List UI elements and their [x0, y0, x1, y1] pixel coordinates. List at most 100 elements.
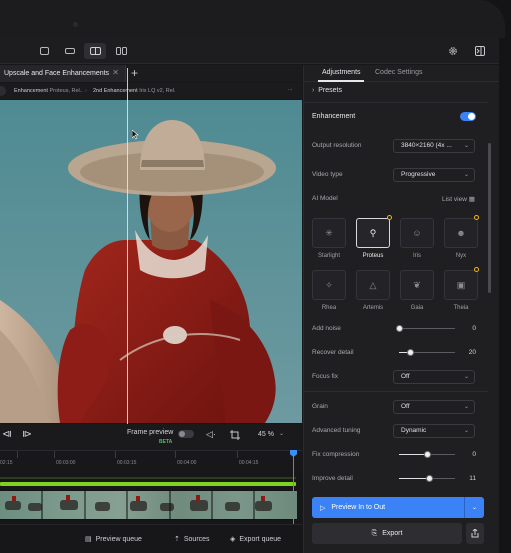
split-view-button[interactable] — [84, 43, 106, 59]
share-button[interactable] — [466, 523, 484, 544]
close-icon[interactable]: ✕ — [112, 68, 119, 77]
model-proteus[interactable]: ⚲ — [356, 218, 390, 248]
chevron-down-icon: ⌄ — [463, 374, 469, 380]
thumbnail-filmstrip[interactable] — [0, 490, 297, 520]
improve-detail-value: 11 — [469, 475, 476, 482]
timeline-ruler[interactable]: 02:15 00:03:00 00:03:15 00:04:00 00:04:1… — [0, 450, 302, 472]
video-preview[interactable] — [0, 100, 302, 423]
grain-select[interactable]: Off ⌄ — [393, 400, 475, 414]
moon-face-icon: ☻ — [456, 228, 466, 238]
fix-compression-slider[interactable] — [423, 451, 431, 458]
queue-icon: ▤ — [85, 536, 92, 543]
panel-scrollbar[interactable] — [488, 143, 491, 293]
crumb-2nd-enhancement[interactable]: 2nd Enhancement Iris LQ v2, Rel. — [93, 88, 176, 94]
sparkle-icon: ✳ — [325, 227, 333, 238]
split-divider-handle[interactable] — [127, 68, 128, 424]
model-rhea[interactable]: ✧ — [312, 270, 346, 300]
tab-adjustments[interactable]: Adjustments — [322, 69, 361, 76]
tab-upscale[interactable]: Upscale and Face Enhancements ✕ — [0, 65, 126, 82]
bezel-top — [0, 0, 505, 38]
face-icon: ☺ — [412, 228, 422, 238]
settings-button[interactable] — [442, 43, 464, 59]
audio-icon[interactable]: ◁· — [206, 429, 216, 440]
single-view-icon — [65, 48, 75, 54]
select-value: Progressive — [401, 171, 436, 178]
crop-view-button[interactable] — [33, 43, 55, 59]
output-resolution-select[interactable]: 3840×2160 (4x ... ⌄ — [393, 139, 475, 153]
sources-button[interactable]: ⇡ Sources — [174, 535, 210, 544]
enhancement-toggle[interactable] — [460, 112, 476, 121]
preview-queue-label: Preview queue — [95, 535, 142, 543]
improve-detail-fill — [399, 478, 430, 479]
model-starlight[interactable]: ✳ — [312, 218, 346, 248]
add-noise-label: Add noise — [312, 325, 341, 332]
presets-label: Presets — [318, 87, 342, 94]
add-noise-track[interactable] — [399, 328, 455, 329]
tab-codec-settings[interactable]: Codec Settings — [375, 69, 422, 76]
leaf-icon: ❦ — [413, 279, 421, 290]
single-view-button[interactable] — [59, 43, 81, 59]
advanced-tuning-select[interactable]: Dynamic ⌄ — [393, 424, 475, 438]
add-noise-value: 0 — [472, 325, 476, 332]
chevron-down-icon: ⌄ — [471, 505, 478, 511]
playback-controls: ⧏ ⧐ Frame preview BETA ◁· 45 % ⌄ — [0, 424, 302, 450]
export-button[interactable]: ⎘ Export — [312, 523, 462, 544]
fix-compression-fill — [399, 454, 427, 455]
more-options-icon[interactable]: ... — [288, 86, 293, 92]
add-tab-icon[interactable]: + — [131, 66, 138, 80]
model-artemis[interactable]: △ — [356, 270, 390, 300]
improve-detail-slider[interactable] — [426, 475, 434, 482]
export-button-label: Export — [382, 530, 403, 537]
add-noise-slider[interactable] — [395, 325, 403, 332]
toggle-panel-button[interactable] — [469, 43, 491, 59]
bottom-bar: ▤ Preview queue ⇡ Sources ◈ Export queue — [0, 524, 302, 553]
time-tick: 02:15 — [0, 460, 13, 466]
model-gaia[interactable]: ❦ — [400, 270, 434, 300]
crop-icon — [39, 47, 49, 55]
focus-fix-select[interactable]: Off ⌄ — [393, 370, 475, 384]
list-view-button[interactable]: List view ▦ — [442, 195, 475, 203]
playhead-line[interactable] — [293, 450, 294, 524]
layers-icon: ◈ — [230, 536, 236, 543]
model-name: Gaia — [410, 305, 424, 311]
adjustments-panel: Adjustments Codec Settings › Presets Enh… — [303, 65, 499, 553]
beta-badge: BETA — [159, 439, 173, 445]
film-icon: ▣ — [456, 279, 466, 290]
export-queue-button[interactable]: ◈ Export queue — [230, 535, 281, 544]
step-back-icon[interactable]: ⧏ — [2, 429, 12, 440]
chevron-down-icon[interactable]: ⌄ — [279, 430, 284, 437]
crop-tool-icon[interactable] — [230, 430, 240, 440]
grid-icon: ▦ — [468, 196, 475, 203]
model-theia[interactable]: ▣ — [444, 270, 478, 300]
select-value: Dynamic — [401, 427, 427, 434]
chevron-down-icon: ⌄ — [463, 404, 469, 410]
crumb-enhancement[interactable]: Enhancement Proteus, Rel.. — [14, 88, 83, 94]
breadcrumb: Enhancement Proteus, Rel.. › 2nd Enhance… — [0, 83, 302, 99]
gear-icon — [449, 47, 457, 55]
preview-button-label: Preview In to Out — [331, 504, 386, 511]
focus-fix-label: Focus fix — [312, 373, 339, 380]
presets-toggle[interactable]: › Presets — [312, 87, 342, 94]
frame-preview-toggle[interactable] — [178, 430, 194, 438]
preview-options-button[interactable]: ⌄ — [464, 497, 484, 518]
video-type-select[interactable]: Progressive ⌄ — [393, 168, 475, 182]
star-icon: ✧ — [325, 279, 333, 290]
model-iris[interactable]: ☺ — [400, 218, 434, 248]
advanced-tuning-label: Advanced tuning — [312, 427, 361, 434]
select-value: Off — [401, 373, 410, 380]
recover-detail-label: Recover detail — [312, 349, 354, 356]
zoom-value[interactable]: 45 % — [258, 431, 274, 438]
step-forward-icon[interactable]: ⧐ — [22, 429, 32, 440]
fix-compression-value: 0 — [472, 451, 476, 458]
side-by-side-button[interactable] — [110, 43, 132, 59]
document-tabs: Upscale and Face Enhancements ✕ + — [0, 65, 302, 82]
time-tick: 00:04:15 — [239, 460, 259, 466]
preview-button[interactable]: ▷ Preview In to Out ⌄ — [312, 497, 484, 518]
preview-queue-button[interactable]: ▤ Preview queue — [85, 535, 142, 544]
split-view-icon — [89, 47, 101, 55]
premium-dot — [387, 215, 392, 220]
triangle-icon: △ — [369, 279, 377, 290]
recover-detail-slider[interactable] — [406, 349, 414, 356]
chevron-down-icon: ⌄ — [463, 172, 469, 178]
model-nyx[interactable]: ☻ — [444, 218, 478, 248]
